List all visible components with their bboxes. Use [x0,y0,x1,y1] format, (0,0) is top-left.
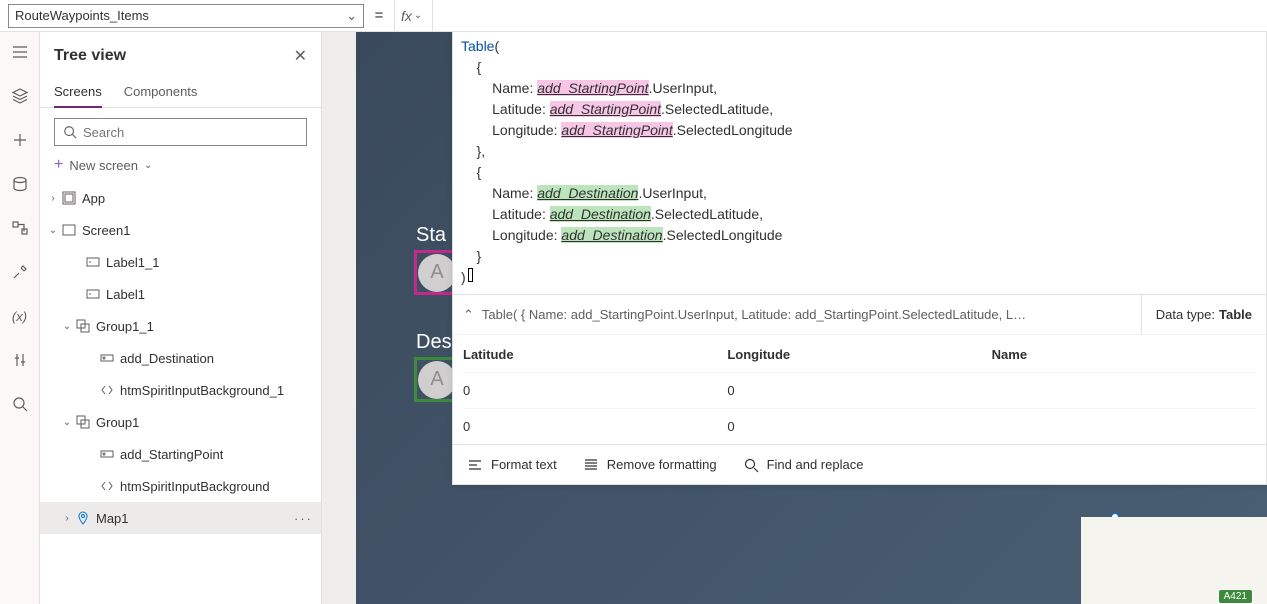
app-icon [60,191,78,205]
tree-node-label: App [78,191,105,206]
chevron-down-icon: ⌄ [60,321,74,332]
chevron-down-icon: ⌄ [346,8,357,24]
label-icon [84,287,102,301]
destination-label: Des [416,331,452,354]
table-row: 0 0 [463,372,1256,408]
fx-label: fx [401,8,412,24]
tree-node-label: add_StartingPoint [116,447,223,462]
tree-node-label: Group1 [92,415,139,430]
close-icon[interactable]: ✕ [294,46,307,66]
tree-node-add-starting[interactable]: add_StartingPoint [40,438,321,470]
tree-search[interactable] [54,118,307,146]
equals-label: = [364,7,394,24]
flow-icon[interactable] [10,218,30,238]
tree-node-screen1[interactable]: ⌄ Screen1 [40,214,321,246]
column-name: Name [992,347,1256,362]
html-icon [98,383,116,397]
tree-node-htmbg[interactable]: htmSpiritInputBackground [40,470,321,502]
column-longitude: Longitude [727,347,991,362]
result-table: Latitude Longitude Name 0 0 0 0 [453,334,1266,444]
tree-node-add-destination[interactable]: add_Destination [40,342,321,374]
result-summary: Table( { Name: add_StartingPoint.UserInp… [482,307,1026,322]
chevron-down-icon: ⌄ [144,160,152,171]
tree-node-label: Map1 [92,511,129,526]
tree-node-label: Label1 [102,287,145,302]
html-icon [98,479,116,493]
left-rail: (x) [0,32,40,604]
hamburger-icon[interactable] [10,42,30,62]
tree-node-label: Group1_1 [92,319,154,334]
new-screen-label: New screen [69,158,138,173]
tree-node-label: Screen1 [78,223,130,238]
chevron-right-icon: › [60,513,74,524]
chevron-down-icon: ⌄ [46,225,60,236]
data-type-label: Data type: Table [1141,295,1266,334]
search-icon[interactable] [10,394,30,414]
settings-icon[interactable] [10,350,30,370]
find-replace-button[interactable]: Find and replace [743,457,864,473]
caret [468,268,473,282]
chevron-down-icon: ⌄ [414,10,422,21]
tree-node-label: add_Destination [116,351,214,366]
data-icon[interactable] [10,174,30,194]
address-input-icon [98,447,116,461]
tree-node-label: Label1_1 [102,255,160,270]
chevron-right-icon: › [46,193,60,204]
more-icon[interactable]: ··· [294,511,313,526]
map-control[interactable]: A421 [1081,517,1267,604]
tree-node-label: htmSpiritInputBackground_1 [116,383,284,398]
chevron-down-icon: ⌄ [60,417,74,428]
tools-icon[interactable] [10,262,30,282]
tree-node-label1[interactable]: Label1 [40,278,321,310]
search-input[interactable] [83,125,298,140]
chevron-up-icon[interactable]: ⌃ [463,307,474,323]
plus-icon[interactable] [10,130,30,150]
starting-point-label: Sta [416,224,446,247]
tab-screens[interactable]: Screens [54,78,102,107]
tree-node-group1-1[interactable]: ⌄ Group1_1 [40,310,321,342]
tree-node-htmbg1[interactable]: htmSpiritInputBackground_1 [40,374,321,406]
new-screen-button[interactable]: + New screen ⌄ [40,152,321,182]
remove-formatting-button[interactable]: Remove formatting [583,457,717,473]
layers-icon[interactable] [10,86,30,106]
label-icon [84,255,102,269]
tab-components[interactable]: Components [124,78,198,107]
road-badge: A421 [1218,589,1253,604]
result-bar: ⌃ Table( { Name: add_StartingPoint.UserI… [453,294,1266,334]
property-selector-value: RouteWaypoints_Items [15,8,346,23]
placeholder-icon: A [418,254,456,292]
table-row: 0 0 [463,408,1256,444]
fx-button[interactable]: fx ⌄ [394,0,428,31]
canvas-area: Sta A Des A A421 Table( { Name: add_Star… [322,32,1267,604]
plus-icon: + [54,156,63,174]
group-icon [74,319,92,333]
tree-view-panel: Tree view ✕ Screens Components + New scr… [40,32,322,604]
format-text-button[interactable]: Format text [467,457,557,473]
variable-icon[interactable]: (x) [10,306,30,326]
tree-node-group1[interactable]: ⌄ Group1 [40,406,321,438]
address-input-icon [98,351,116,365]
formula-footer: Format text Remove formatting Find and r… [453,444,1266,484]
tree-node-app[interactable]: › App [40,182,321,214]
formula-editor[interactable]: Table( { Name: add_StartingPoint.UserInp… [453,32,1266,294]
tree-view-title: Tree view [54,47,294,65]
placeholder-icon: A [418,361,456,399]
property-selector[interactable]: RouteWaypoints_Items ⌄ [8,4,364,28]
tree-node-label1-1[interactable]: Label1_1 [40,246,321,278]
map-icon [74,511,92,525]
tree-node-label: htmSpiritInputBackground [116,479,270,494]
divider [432,0,433,31]
group-icon [74,415,92,429]
column-latitude: Latitude [463,347,727,362]
screen-icon [60,223,78,237]
formula-bar-expanded: Table( { Name: add_StartingPoint.UserInp… [452,32,1267,485]
tree-node-map1[interactable]: › Map1 ··· [40,502,321,534]
